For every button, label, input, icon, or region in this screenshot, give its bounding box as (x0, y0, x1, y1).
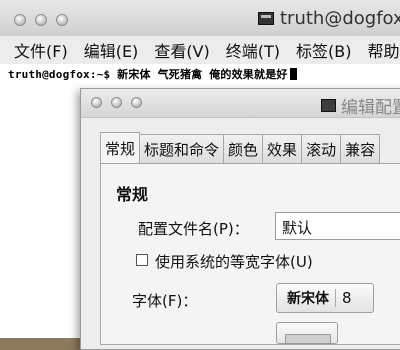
tab-general[interactable]: 常规 (100, 132, 141, 164)
text-cursor (289, 68, 297, 80)
color-picker-button[interactable] (276, 322, 338, 344)
menu-help[interactable]: 帮助 (353, 38, 400, 62)
font-size: 8 (342, 289, 352, 307)
dialog-window-controls (91, 97, 142, 108)
font-picker-button[interactable]: 新宋体 8 (276, 283, 374, 313)
profile-name-field[interactable]: 默认 (275, 212, 400, 240)
tab-compatibility[interactable]: 兼容 (340, 134, 381, 164)
menu-file[interactable]: 文件(F) (0, 38, 74, 62)
tab-colors[interactable]: 颜色 (223, 134, 264, 164)
minimize-icon[interactable] (35, 14, 47, 26)
system-font-checkbox[interactable] (136, 254, 148, 266)
dialog-maximize-icon[interactable] (131, 97, 142, 108)
terminal-prompt-line: truth@dogfox:~$ 新宋体 气死猪禽 俺的效果就是好 (8, 66, 297, 82)
color-swatch (285, 334, 331, 344)
dialog-minimize-icon[interactable] (111, 97, 122, 108)
tab-scrolling[interactable]: 滚动 (301, 134, 342, 164)
terminal-title: truth@dogfox: (258, 8, 400, 29)
window-controls (14, 14, 68, 26)
terminal-titlebar[interactable]: truth@dogfox: (0, 0, 400, 37)
system-font-label[interactable]: 使用系统的等宽字体(U) (155, 251, 313, 272)
terminal-icon (321, 99, 336, 112)
section-title: 常规 (116, 185, 149, 204)
font-label: 字体(F)： (132, 292, 198, 310)
tab-effects[interactable]: 效果 (262, 134, 303, 164)
dialog-title: 编辑配置 (321, 93, 400, 118)
close-icon[interactable] (14, 14, 26, 26)
tab-title-command[interactable]: 标题和命令 (139, 134, 225, 164)
dialog-titlebar[interactable]: 编辑配置 (81, 89, 400, 118)
menu-edit[interactable]: 编辑(E) (70, 38, 145, 62)
font-separator (335, 289, 336, 307)
terminal-title-text: truth@dogfox: (280, 8, 400, 29)
menu-terminal[interactable]: 终端(T) (212, 38, 286, 62)
profile-tabs: 常规 标题和命令 颜色 效果 滚动 兼容 (100, 132, 381, 164)
menubar: 文件(F) 编辑(E) 查看(V) 终端(T) 标签(B) 帮助 (0, 36, 400, 64)
terminal-icon (258, 12, 274, 25)
font-name: 新宋体 (287, 291, 329, 307)
maximize-icon[interactable] (56, 14, 68, 26)
dialog-title-text: 编辑配置 (341, 98, 400, 118)
dialog-close-icon[interactable] (91, 97, 102, 108)
menu-tabs[interactable]: 标签(B) (282, 38, 357, 62)
prompt-text: truth@dogfox:~$ 新宋体 气死猪禽 俺的效果就是好 (8, 68, 288, 81)
profile-name-label: 配置文件名(P)： (138, 220, 249, 238)
menu-view[interactable]: 查看(V) (140, 38, 215, 62)
